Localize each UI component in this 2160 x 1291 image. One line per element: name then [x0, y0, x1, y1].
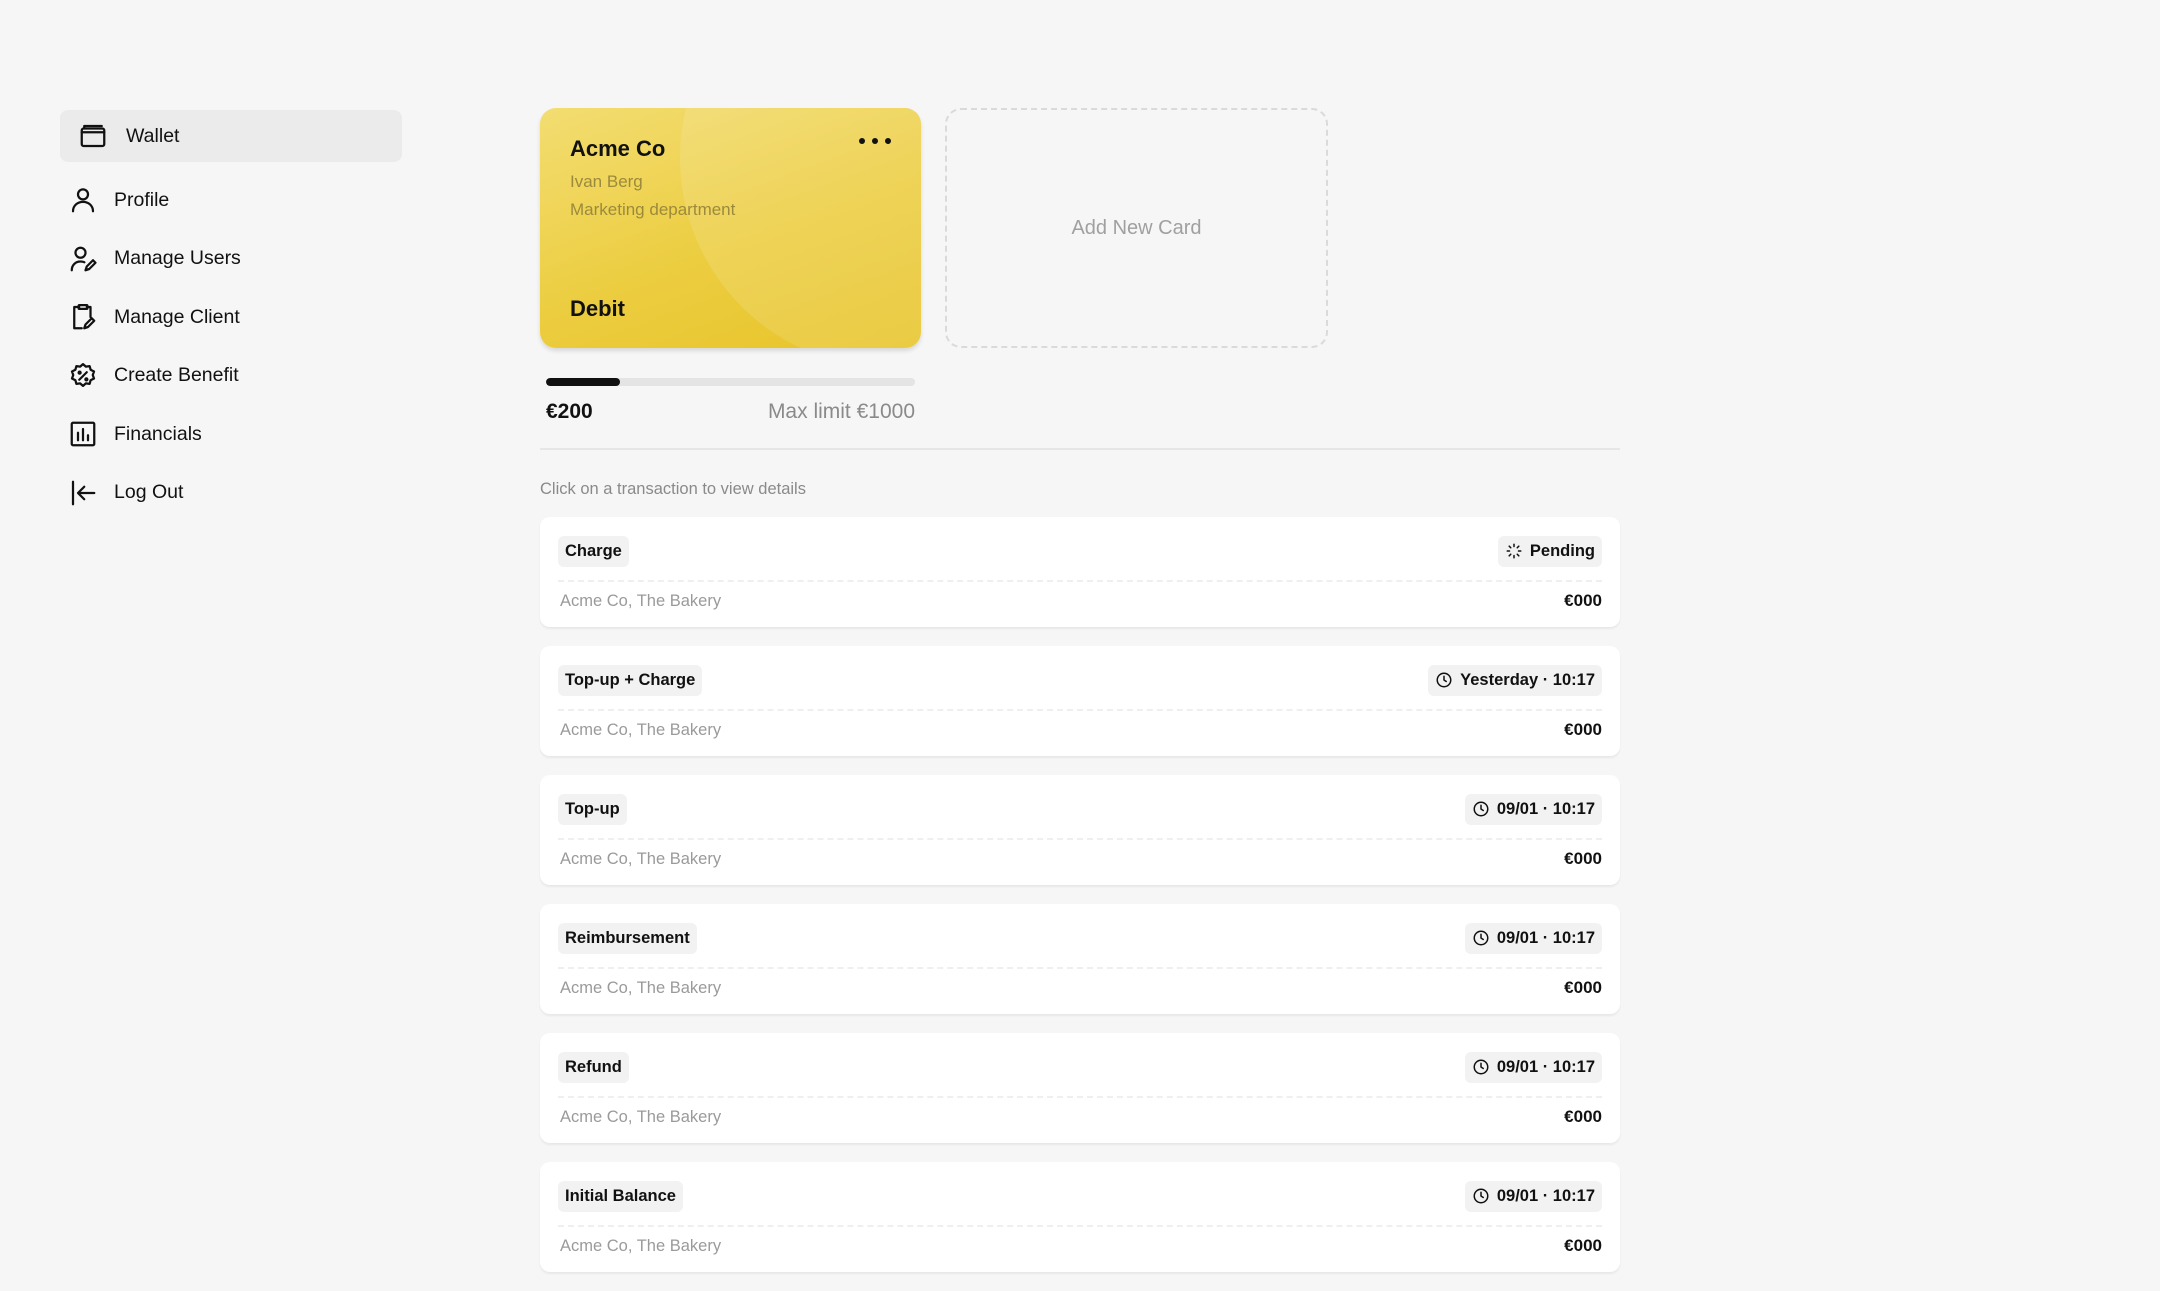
transaction-type: Top-up + Charge	[558, 664, 703, 696]
transaction-amount: €000	[1564, 978, 1602, 997]
sidebar-item-create-benefit[interactable]: Create Benefit	[60, 350, 402, 402]
clock-icon	[1472, 1187, 1497, 1205]
sidebar-item-label: Create Benefit	[114, 364, 239, 386]
transaction-amount: €000	[1564, 1107, 1602, 1126]
clock-icon	[1472, 800, 1497, 818]
transaction-status: 09/01 · 10:17	[1464, 922, 1602, 954]
clock-icon	[1472, 929, 1497, 947]
transaction-status-label: 09/01 · 10:17	[1496, 1186, 1595, 1205]
card-company: Acme Co	[570, 136, 666, 161]
limit-max: Max limit €1000	[767, 400, 915, 423]
transaction-status-label: 09/01 · 10:17	[1496, 799, 1595, 818]
transaction-status-label: 09/01 · 10:17	[1496, 928, 1595, 947]
sidebar-item-label: Financials	[114, 422, 202, 445]
row-divider	[558, 580, 1602, 582]
transaction-merchant: Acme Co, The Bakery	[560, 849, 722, 868]
sidebar-item-label: Manage Client	[114, 305, 240, 328]
transaction-status-label: Pending	[1529, 541, 1595, 560]
transaction-status-label: 09/01 · 10:17	[1496, 1057, 1595, 1076]
card-department: Marketing department	[570, 200, 736, 219]
transaction-type: Initial Balance	[558, 1180, 683, 1212]
transaction-type: Refund	[558, 1051, 629, 1083]
row-divider	[558, 1225, 1602, 1227]
sidebar-item-label: Log Out	[114, 481, 184, 503]
user-edit-icon	[66, 242, 100, 276]
logout-icon	[66, 476, 100, 510]
sidebar-item-label: Profile	[114, 188, 170, 211]
payment-card[interactable]: Acme Co Ivan Berg Marketing department D…	[540, 108, 921, 348]
transaction-merchant: Acme Co, The Bakery	[560, 720, 722, 739]
transaction-status: Yesterday · 10:17	[1428, 664, 1602, 696]
row-divider	[558, 838, 1602, 840]
transaction-status: 09/01 · 10:17	[1464, 793, 1602, 825]
transaction-type: Reimbursement	[558, 922, 697, 954]
transaction-row[interactable]: Initial Balance 09/01 · 10:17 Acme Co, The…	[540, 1162, 1620, 1272]
sidebar-item-manage-client[interactable]: Manage Client	[60, 291, 402, 343]
card-holder: Ivan Berg	[570, 172, 643, 191]
limit-progress-fill	[546, 378, 620, 386]
transaction-status-label: Yesterday · 10:17	[1460, 670, 1595, 689]
transaction-merchant: Acme Co, The Bakery	[560, 978, 722, 997]
sidebar-item-label: Manage Users	[114, 247, 241, 269]
row-divider	[558, 709, 1602, 711]
sidebar-item-profile[interactable]: Profile	[60, 174, 402, 226]
transaction-amount: €000	[1564, 720, 1602, 739]
transaction-row[interactable]: Refund 09/01 · 10:17 Acme Co, The Bakery €0…	[540, 1033, 1620, 1143]
transaction-row[interactable]: Charge Pending Acme Co, The Bakery €000	[540, 517, 1620, 627]
bar-chart-icon	[66, 417, 100, 451]
transaction-type: Charge	[558, 535, 629, 567]
divider	[540, 448, 1620, 450]
clock-icon	[1472, 1058, 1497, 1076]
limit-progress-bar	[546, 378, 915, 386]
transaction-type: Top-up	[558, 793, 627, 825]
wallet-main: Acme Co Ivan Berg Marketing department D…	[540, 108, 1620, 1291]
spending-limit: €200 Max limit €1000	[540, 378, 921, 424]
sidebar-item-wallet[interactable]: Wallet	[60, 110, 402, 162]
transaction-merchant: Acme Co, The Bakery	[560, 1107, 722, 1126]
limit-current: €200	[546, 400, 593, 423]
transactions-list: Charge Pending Acme Co, The Bakery €000 Top-…	[540, 517, 1620, 1272]
loading-spinner-icon	[1505, 542, 1530, 560]
sidebar-item-log-out[interactable]: Log Out	[60, 467, 402, 519]
transaction-merchant: Acme Co, The Bakery	[560, 1236, 722, 1255]
transaction-row[interactable]: Top-up 09/01 · 10:17 Acme Co, The Bakery €0…	[540, 775, 1620, 885]
cards-row: Acme Co Ivan Berg Marketing department D…	[540, 108, 1620, 348]
add-new-card-button[interactable]: Add New Card	[945, 108, 1328, 348]
transaction-row[interactable]: Reimbursement 09/01 · 10:17 Acme Co, The B…	[540, 904, 1620, 1014]
add-new-card-label: Add New Card	[1071, 216, 1202, 239]
clock-icon	[1435, 671, 1460, 689]
transaction-amount: €000	[1564, 591, 1602, 610]
sidebar: Wallet Profile Manage Users Manage Clien…	[60, 110, 402, 525]
transaction-row[interactable]: Top-up + Charge Yesterday · 10:17 Acme Co,…	[540, 646, 1620, 756]
transaction-merchant: Acme Co, The Bakery	[560, 591, 722, 610]
transactions-hint: Click on a transaction to view details	[540, 480, 806, 498]
transaction-status: 09/01 · 10:17	[1464, 1051, 1602, 1083]
user-icon	[66, 183, 100, 217]
wallet-icon	[78, 119, 108, 153]
row-divider	[558, 1096, 1602, 1098]
card-type: Debit	[570, 296, 625, 321]
sidebar-item-financials[interactable]: Financials	[60, 408, 402, 460]
transaction-amount: €000	[1564, 849, 1602, 868]
transaction-status: 09/01 · 10:17	[1464, 1180, 1602, 1212]
row-divider	[558, 967, 1602, 969]
discount-badge-icon	[66, 359, 100, 393]
sidebar-item-label: Wallet	[126, 124, 180, 147]
transaction-amount: €000	[1564, 1236, 1602, 1255]
more-options-icon[interactable]	[859, 132, 891, 150]
clipboard-edit-icon	[66, 300, 100, 334]
transaction-status: Pending	[1497, 535, 1602, 567]
sidebar-item-manage-users[interactable]: Manage Users	[60, 233, 402, 285]
